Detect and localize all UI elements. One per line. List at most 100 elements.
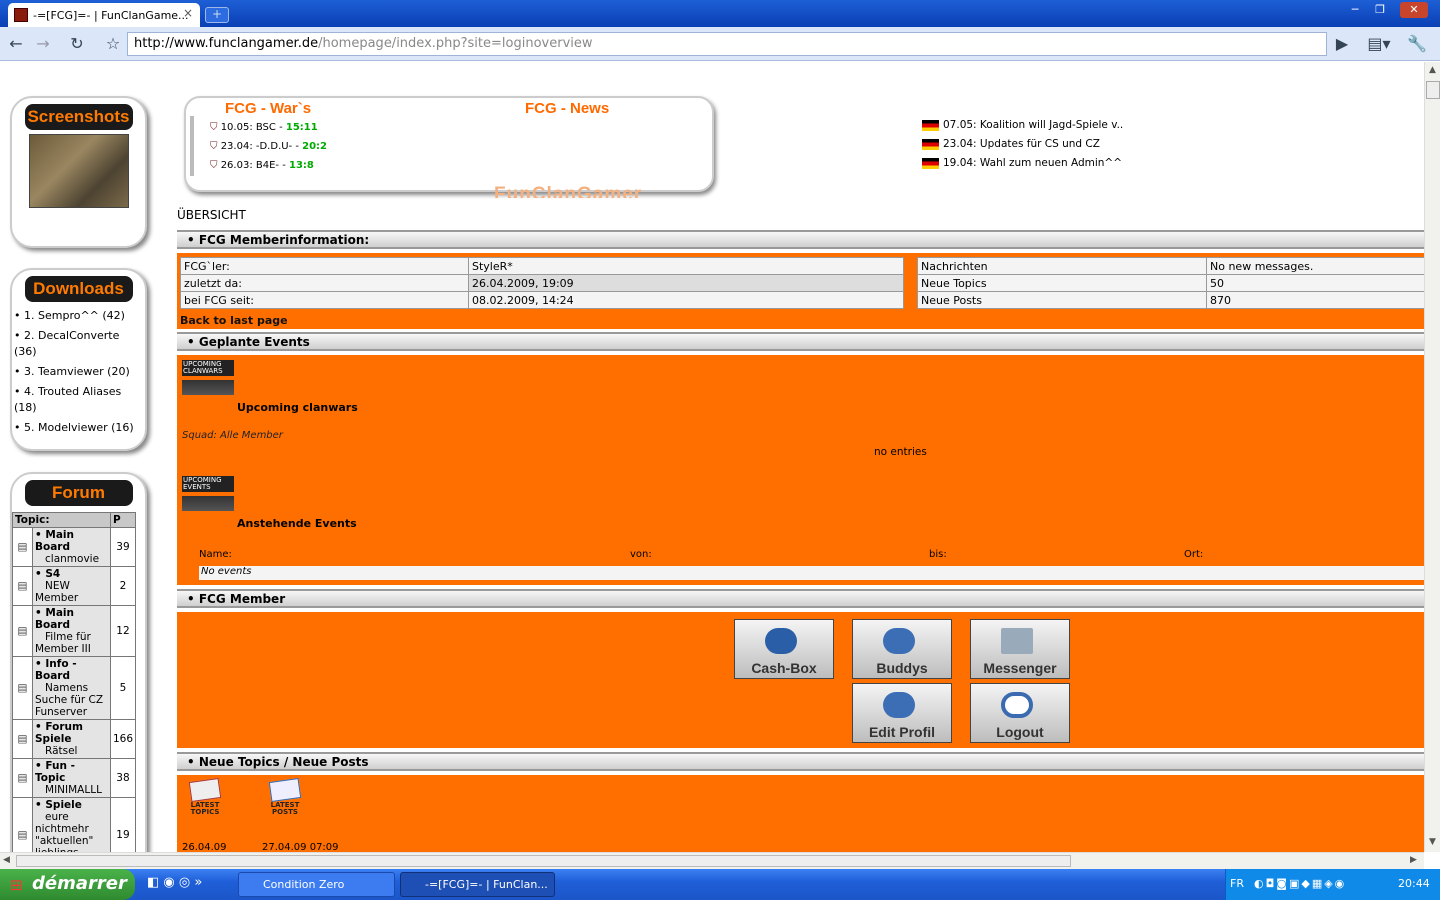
wars-list: ⛉ 10.05: BSC - 15:11 ⛉ 23.04: -D.D.U- - … [210,118,327,175]
war-item[interactable]: ⛉ 10.05: BSC - 15:11 [210,118,327,137]
download-item[interactable]: • 1. Sempro^^ (42) [14,308,143,324]
wrench-menu-icon[interactable]: 🔧 [1403,33,1431,55]
scroll-down-icon[interactable]: ▼ [1429,837,1436,847]
document-icon: ▤ [12,656,33,720]
download-item[interactable]: • 2. DecalConverte (36) [14,328,143,360]
post-date: 27.04.09 07:09 [262,842,339,852]
dollar-icon [765,628,797,654]
downloads-box: Downloads • 1. Sempro^^ (42) • 2. DecalC… [10,268,147,451]
scroll-right-icon[interactable]: ▶ [1410,855,1417,865]
taskbar-condition-zero[interactable]: Condition Zero [238,872,395,897]
address-bar[interactable]: http://www.funclangamer.de/homepage/inde… [127,32,1327,56]
forum-row[interactable]: ▤• Spiele eure nichtmehr "aktuellen" lie… [12,797,137,852]
screenshots-box: Screenshots [10,96,147,248]
downloads-title: Downloads [24,276,133,302]
forum-row[interactable]: ▤ • Fun - Topic MINIMALLL 38 [12,758,137,798]
col-bis: bis: [929,549,947,560]
member-info-left: FCG`ler: StyleR* zuletzt da: 26.04.2009, 1… [180,257,904,309]
profile-icon [883,692,915,718]
document-icon: ▤ [12,797,33,852]
watermark-logo: FunClanGamer [494,184,643,198]
latest-posts-icon[interactable]: LATEST POSTS [262,778,308,824]
member-info-header: • FCG Memberinformation: [177,230,1424,249]
member-info-panel: FCG`ler: StyleR* zuletzt da: 26.04.2009, 1… [177,253,1424,329]
events-header: • Geplante Events [177,332,1424,351]
vertical-scroll-thumb[interactable] [1426,81,1440,99]
download-item[interactable]: • 5. Modelviewer (16) [14,420,143,436]
forum-row[interactable]: ▤ • Info - Board Namens Suche für CZ Funs… [12,656,137,720]
tab-close-icon[interactable]: × [183,6,193,20]
page-viewport: Screenshots Downloads • 1. Sempro^^ (42)… [0,62,1424,852]
tray-icons[interactable]: ◐◘◙▣◆▦◈◉ [1254,869,1346,899]
no-entries-text: no entries [874,446,927,458]
shield-icon: ⛉ [210,141,218,152]
tab-title: -=[FCG]=- | FunClanGame... [33,8,189,22]
back-arrow-icon[interactable]: ← [5,33,27,55]
browser-title-bar: -=[FCG]=- | FunClanGame... × + ─ ❐ ✕ [0,0,1440,27]
no-entry-icon [1001,692,1033,718]
new-tab-button[interactable]: + [205,7,229,23]
reload-icon[interactable]: ↻ [66,33,88,55]
vertical-scrollbar[interactable]: ▲ ▼ [1424,62,1440,852]
news-list: 07.05: Koalition will Jagd-Spiele v.. 23… [922,116,1123,173]
logout-button[interactable]: Logout [970,683,1070,743]
close-window-button[interactable]: ✕ [1400,2,1428,18]
forum-row[interactable]: ▤ • Main Board Filme für Member III 12 [12,605,137,657]
download-item[interactable]: • 3. Teamviewer (20) [14,364,143,380]
forum-row[interactable]: ▤ • S4 NEW Member 2 [12,566,137,606]
page-title: ÜBERSICHT [177,208,246,222]
forum-title: Forum [24,480,133,506]
screenshot-thumbnail[interactable] [28,134,129,208]
bookmark-star-icon[interactable]: ☆ [102,33,124,55]
messenger-button[interactable]: Messenger [970,619,1070,679]
edit-profile-button[interactable]: Edit Profil [852,683,952,743]
scroll-up-icon[interactable]: ▲ [1429,65,1436,75]
quicklaunch-icons[interactable]: ◧ ◉ ◎ » [147,875,202,890]
browser-tab[interactable]: -=[FCG]=- | FunClanGame... × [8,3,200,27]
latest-topics-icon[interactable]: LATEST TOPICS [182,778,228,824]
envelope-icon [1001,628,1033,654]
maximize-button[interactable]: ❐ [1368,2,1392,18]
page-menu-icon[interactable]: ▤▾ [1365,33,1393,55]
topics-header: • Neue Topics / Neue Posts [177,752,1424,771]
upcoming-clanwars-label: Upcoming clanwars [237,401,358,414]
col-von: von: [630,549,652,560]
forward-arrow-icon[interactable]: → [32,33,54,55]
document-icon: ▤ [12,566,33,606]
buddys-button[interactable]: Buddys [852,619,952,679]
scroll-left-icon[interactable]: ◀ [3,855,10,865]
squad-label: Squad: Alle Member [182,430,283,441]
horizontal-scrollbar[interactable]: ◀ ▶ [0,852,1424,869]
forum-row[interactable]: ▤ • Main Board clanmovie 39 [12,527,137,567]
horizontal-scroll-thumb[interactable] [16,855,1071,867]
forum-row[interactable]: ▤ • Forum Spiele Rätsel 166 [12,719,137,759]
browser-toolbar: ← → ↻ ☆ http://www.funclangamer.de/homep… [0,27,1440,61]
war-item[interactable]: ⛉ 26.03: B4E- - 13:8 [210,156,327,175]
member-info-right: Nachrichten No new messages. Neue Topics 5… [917,257,1424,309]
forum-table: Topic: P ▤ • Main Board clanmovie 39 ▤ • S4… [12,512,137,852]
go-arrow-icon[interactable]: ▶ [1331,33,1353,55]
news-item[interactable]: 19.04: Wahl zum neuen Admin^^ [922,154,1123,173]
clock: 20:44 [1398,877,1430,890]
taskbar-browser[interactable]: -=[FCG]=- | FunClan... [400,872,555,897]
wars-bar [190,116,194,176]
col-ort: Ort: [1184,549,1204,560]
topics-panel: LATEST TOPICS LATEST POSTS 26.04.09 27.0… [177,775,1424,852]
system-tray: FR ◐◘◙▣◆▦◈◉ 20:44 [1225,869,1440,900]
news-item[interactable]: 07.05: Koalition will Jagd-Spiele v.. [922,116,1123,135]
language-indicator[interactable]: FR [1230,869,1244,899]
download-item[interactable]: • 4. Trouted Aliases (18) [14,384,143,416]
german-flag-icon [922,138,939,150]
member-panel: Cash-Box Buddys Messenger Edit Profil Lo… [177,612,1424,748]
shield-icon: ⛉ [210,122,218,133]
forum-box: Forum Topic: P ▤ • Main Board clanmovie 39… [10,472,147,852]
back-link[interactable]: Back to last page [180,314,288,327]
news-item[interactable]: 23.04: Updates für CS und CZ [922,135,1123,154]
war-item[interactable]: ⛉ 23.04: -D.D.U- - 20:2 [210,137,327,156]
document-icon: ▤ [12,527,33,567]
cash-box-button[interactable]: Cash-Box [734,619,834,679]
soldier-icon: UPCOMING CLANWARS [182,360,234,410]
document-icon: ▤ [12,719,33,759]
minimize-button[interactable]: ─ [1343,2,1367,18]
anstehende-events-label: Anstehende Events [237,517,357,530]
